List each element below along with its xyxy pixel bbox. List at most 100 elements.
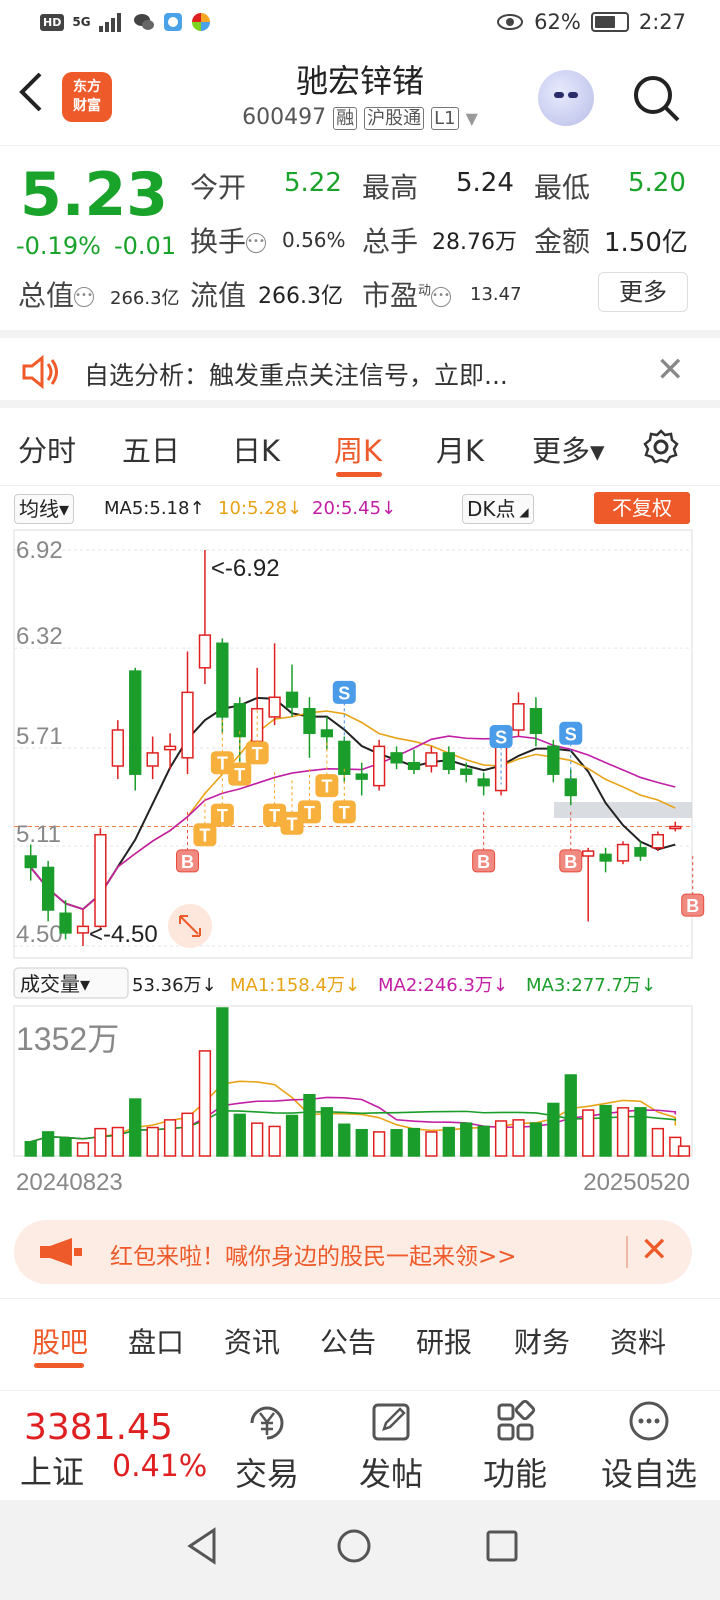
t-signal-label: T bbox=[252, 744, 263, 764]
t-signal-label: T bbox=[217, 754, 228, 774]
candle-body bbox=[129, 670, 142, 775]
close-icon[interactable]: ✕ bbox=[640, 1230, 669, 1270]
high-value: 5.24 bbox=[456, 168, 514, 198]
notice-text: 自选分析：触发重点关注信号，立即... bbox=[84, 361, 508, 390]
volume-readout: 53.36万↓ bbox=[132, 975, 217, 996]
tab-more[interactable]: 更多▾ bbox=[532, 428, 605, 470]
volume-ma-line bbox=[30, 1110, 677, 1143]
quote-panel: 5.23 -0.19% -0.01 今开 5.22 最高 5.24 最低 5.2… bbox=[0, 146, 720, 330]
ai-assistant-robot-icon[interactable] bbox=[538, 70, 594, 126]
battery-icon bbox=[590, 12, 629, 32]
max-price-label: <-6.92 bbox=[211, 555, 280, 582]
candle-body bbox=[146, 752, 159, 767]
change-value: -0.01 bbox=[114, 232, 177, 260]
red-packet-banner[interactable]: 红包来啦！喊你身边的股民一起来领>> ✕ bbox=[14, 1220, 692, 1284]
y-tick-label: 5.11 bbox=[16, 821, 61, 848]
functions-button[interactable]: 功能 bbox=[460, 1399, 570, 1495]
volume-bar bbox=[372, 1131, 386, 1157]
buy-signal-label: B bbox=[564, 852, 577, 872]
tab-order-book[interactable]: 盘口 bbox=[128, 1321, 184, 1361]
wechat-icon bbox=[133, 14, 154, 30]
nav-recents-icon[interactable] bbox=[484, 1528, 520, 1564]
nav-back-icon[interactable] bbox=[184, 1526, 220, 1566]
tab-monthly-k[interactable]: 月K bbox=[436, 428, 484, 470]
volume-bar bbox=[407, 1127, 421, 1157]
candle-body bbox=[181, 691, 194, 759]
level-tag: L1 bbox=[431, 107, 459, 130]
volume-bar bbox=[582, 1109, 595, 1157]
tab-research[interactable]: 研报 bbox=[416, 1321, 472, 1361]
volume-bar bbox=[460, 1122, 473, 1157]
add-watchlist-button[interactable]: 设自选 bbox=[584, 1399, 714, 1495]
volume-bar bbox=[616, 1107, 630, 1157]
amount-value: 1.50亿 bbox=[604, 228, 688, 258]
candle-body bbox=[372, 745, 386, 787]
candle-body bbox=[425, 752, 438, 767]
volume-bar bbox=[285, 1114, 299, 1157]
volume-ma1-readout: MA1:158.4万↓ bbox=[230, 975, 360, 996]
candle-body bbox=[76, 925, 90, 934]
tab-finance[interactable]: 财务 bbox=[514, 1321, 570, 1361]
volume-ma3-readout: MA3:277.7万↓ bbox=[526, 975, 656, 996]
turnover-label[interactable]: 换手••• bbox=[190, 220, 267, 260]
volume-bar bbox=[442, 1126, 455, 1157]
sell-signal-label: S bbox=[495, 728, 507, 748]
candle-body bbox=[111, 729, 124, 767]
volume-bar bbox=[198, 1050, 212, 1157]
ma-selector[interactable]: 均线▾ bbox=[14, 494, 75, 524]
adjust-mode-button[interactable]: 不复权 bbox=[594, 492, 690, 524]
candle-body bbox=[216, 642, 229, 718]
float-cap-value: 266.3亿 bbox=[258, 284, 343, 309]
ma-indicator-bar: 均线▾ MA5:5.18↑ 10:5.28↓ 20:5.45↓ DK点 ◢ 不复… bbox=[0, 486, 720, 528]
active-tab-indicator bbox=[34, 1363, 84, 1368]
kline-chart[interactable]: 6.92 6.32 5.71 5.11 4.50 TTTTTTTTTTBBBBSSS <… bbox=[0, 528, 720, 1198]
post-button[interactable]: 发帖 bbox=[336, 1399, 446, 1495]
tab-daily-k[interactable]: 日K bbox=[232, 428, 280, 470]
expand-icon bbox=[168, 904, 212, 948]
candle-body bbox=[24, 855, 37, 869]
volume-bar bbox=[163, 1119, 177, 1157]
speaker-icon bbox=[22, 354, 58, 390]
stock-header: 东方 财富 驰宏锌锗 600497 融 沪股通 L1 ▼ bbox=[0, 48, 720, 146]
volume-max-label: 1352万 bbox=[16, 1021, 119, 1057]
analysis-notice[interactable]: 自选分析：触发重点关注信号，立即... ✕ bbox=[0, 330, 720, 408]
info-dots-icon: ••• bbox=[246, 233, 267, 253]
candle-body bbox=[285, 691, 299, 708]
nav-home-icon[interactable] bbox=[334, 1526, 374, 1566]
ma5-readout: MA5:5.18↑ bbox=[104, 498, 205, 519]
grid-apps-icon bbox=[497, 1399, 536, 1441]
close-icon[interactable]: ✕ bbox=[656, 350, 685, 390]
candle-body bbox=[390, 752, 403, 764]
stock-code-row[interactable]: 600497 融 沪股通 L1 ▼ bbox=[0, 104, 720, 130]
tab-news[interactable]: 资讯 bbox=[224, 1321, 280, 1361]
pe-label[interactable]: 市盈动••• bbox=[362, 274, 452, 314]
index-name: 上证 bbox=[20, 1453, 85, 1491]
volume-bar bbox=[651, 1127, 665, 1157]
tab-five-day[interactable]: 五日 bbox=[122, 428, 180, 470]
sell-signal-label: S bbox=[338, 683, 350, 703]
candle-body bbox=[41, 866, 55, 911]
search-icon[interactable] bbox=[632, 74, 682, 124]
candle-body bbox=[442, 752, 455, 771]
gear-icon[interactable] bbox=[642, 428, 680, 466]
tab-forum[interactable]: 股吧 bbox=[32, 1321, 88, 1361]
tab-announcements[interactable]: 公告 bbox=[320, 1321, 376, 1361]
tab-profile[interactable]: 资料 bbox=[610, 1321, 666, 1361]
candle-body bbox=[163, 745, 177, 751]
more-button[interactable]: 更多 bbox=[598, 272, 688, 312]
dk-point-selector[interactable]: DK点 ◢ bbox=[462, 494, 534, 524]
total-cap-label[interactable]: 总值••• bbox=[18, 274, 95, 314]
volume-bar bbox=[181, 1112, 194, 1157]
candle-body bbox=[407, 761, 421, 771]
index-percent: 0.41% bbox=[112, 1449, 208, 1484]
candle-body bbox=[59, 912, 72, 934]
ma10-readout: 10:5.28↓ bbox=[218, 498, 303, 519]
t-signal-label: T bbox=[304, 803, 315, 823]
trade-yen-icon bbox=[250, 1406, 284, 1440]
tab-weekly-k[interactable]: 周K bbox=[334, 428, 382, 470]
trade-button[interactable]: 交易 bbox=[212, 1399, 322, 1495]
candle-body bbox=[599, 853, 612, 862]
kline-svg[interactable]: 6.926.325.715.114.50 TTTTTT TTTTB B BBSS S <… bbox=[0, 528, 720, 1198]
tab-intraday[interactable]: 分时 bbox=[18, 428, 76, 470]
range-band bbox=[554, 802, 692, 818]
